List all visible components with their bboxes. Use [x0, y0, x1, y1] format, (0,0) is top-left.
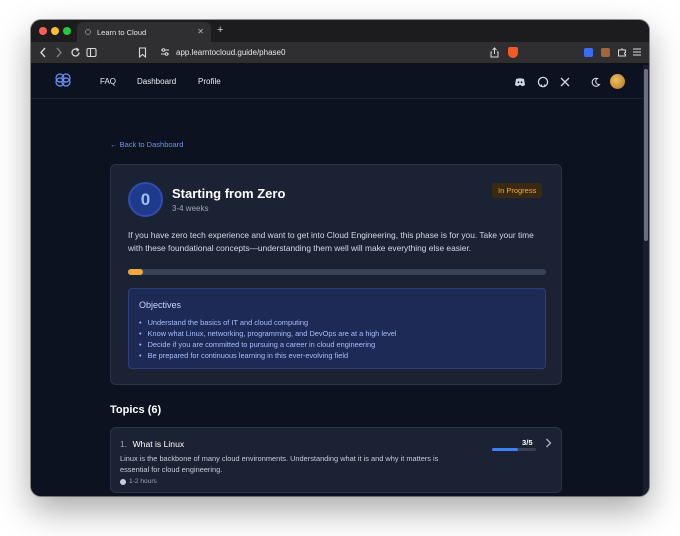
dark-mode-moon-icon[interactable]: [590, 75, 601, 93]
extension-icon[interactable]: [601, 48, 610, 57]
topic-time: 1-2 hours: [120, 478, 157, 485]
objective-item: • Decide if you are committed to pursuing…: [139, 340, 376, 349]
objective-item: • Be prepared for continuous learning in …: [139, 351, 349, 360]
x-twitter-icon[interactable]: [559, 75, 571, 93]
scrollbar-thumb[interactable]: [644, 69, 648, 241]
objectives-list: • Understand the basics of IT and cloud c…: [139, 317, 397, 361]
reload-icon[interactable]: [70, 47, 81, 62]
menu-icon[interactable]: [632, 47, 642, 61]
topic-progress-bar: [492, 448, 536, 451]
back-to-dashboard-link[interactable]: ← Back to Dashboard: [110, 140, 183, 149]
topic-number: 1.: [120, 439, 128, 449]
close-window-button[interactable]: [39, 27, 47, 35]
phase-progress-bar: [128, 269, 546, 275]
phase-card: 0 Starting from Zero 3-4 weeks In Progre…: [110, 164, 562, 385]
forward-icon[interactable]: [55, 47, 63, 62]
tab-strip: Learn to Cloud ✕ +: [31, 20, 649, 42]
site-settings-icon[interactable]: [160, 47, 170, 61]
nav-profile[interactable]: Profile: [198, 77, 221, 86]
discord-icon[interactable]: [514, 75, 526, 93]
address-bar[interactable]: app.learntocloud.guide/phase0: [176, 46, 285, 60]
topic-card[interactable]: 1. What is Linux Linux is the backbone o…: [110, 427, 562, 493]
status-badge: In Progress: [492, 183, 543, 198]
topic-progress-count: 3/5: [522, 438, 533, 447]
topic-description: Linux is the backbone of many cloud envi…: [120, 454, 439, 474]
tab-favicon-icon: [85, 29, 91, 35]
topic-title: 1. What is Linux: [120, 439, 184, 449]
phase-duration: 3-4 weeks: [172, 204, 209, 213]
share-icon[interactable]: [490, 47, 499, 62]
page-content: FAQ Dashboard Profile ← Back to Dashboar…: [31, 65, 643, 496]
brave-shields-icon[interactable]: [508, 47, 518, 58]
topic-time-text: 1-2 hours: [129, 478, 157, 485]
clock-icon: [120, 478, 126, 485]
phase-description: If you have zero tech experience and wan…: [128, 230, 534, 253]
bookmark-icon[interactable]: [138, 47, 147, 62]
bitwarden-extension-icon[interactable]: [584, 48, 593, 57]
new-tab-icon[interactable]: +: [217, 24, 223, 36]
phase-number-badge: 0: [128, 182, 163, 217]
user-avatar[interactable]: [610, 74, 625, 89]
nav-dashboard[interactable]: Dashboard: [137, 77, 176, 86]
browser-window: Learn to Cloud ✕ + app.learntocloud.guid…: [31, 20, 649, 496]
phase-progress-fill: [128, 269, 143, 275]
chevron-right-icon[interactable]: [545, 438, 552, 451]
topic-title-text: What is Linux: [132, 439, 185, 449]
learn-to-cloud-logo-icon[interactable]: [54, 72, 72, 93]
page-scrollbar[interactable]: [643, 65, 649, 496]
minimize-window-button[interactable]: [51, 27, 59, 35]
objectives-title: Objectives: [139, 300, 182, 310]
browser-toolbar: app.learntocloud.guide/phase0: [31, 42, 649, 64]
github-icon[interactable]: [537, 75, 549, 93]
browser-tab[interactable]: Learn to Cloud ✕: [77, 22, 211, 42]
nav-faq[interactable]: FAQ: [100, 77, 116, 86]
tab-close-icon[interactable]: ✕: [197, 27, 204, 36]
topic-progress-fill: [492, 448, 519, 451]
extensions-puzzle-icon[interactable]: [617, 47, 627, 61]
topics-heading: Topics (6): [110, 404, 162, 416]
objectives-box: Objectives • Understand the basics of IT …: [128, 288, 546, 369]
objective-item: • Know what Linux, networking, programmin…: [139, 329, 397, 338]
objective-item: • Understand the basics of IT and cloud c…: [139, 318, 309, 327]
back-icon[interactable]: [39, 47, 47, 62]
maximize-window-button[interactable]: [63, 27, 71, 35]
site-navbar: FAQ Dashboard Profile: [31, 65, 643, 99]
sidebar-icon[interactable]: [86, 47, 97, 62]
phase-title: Starting from Zero: [172, 186, 286, 201]
tab-title: Learn to Cloud: [97, 27, 147, 37]
